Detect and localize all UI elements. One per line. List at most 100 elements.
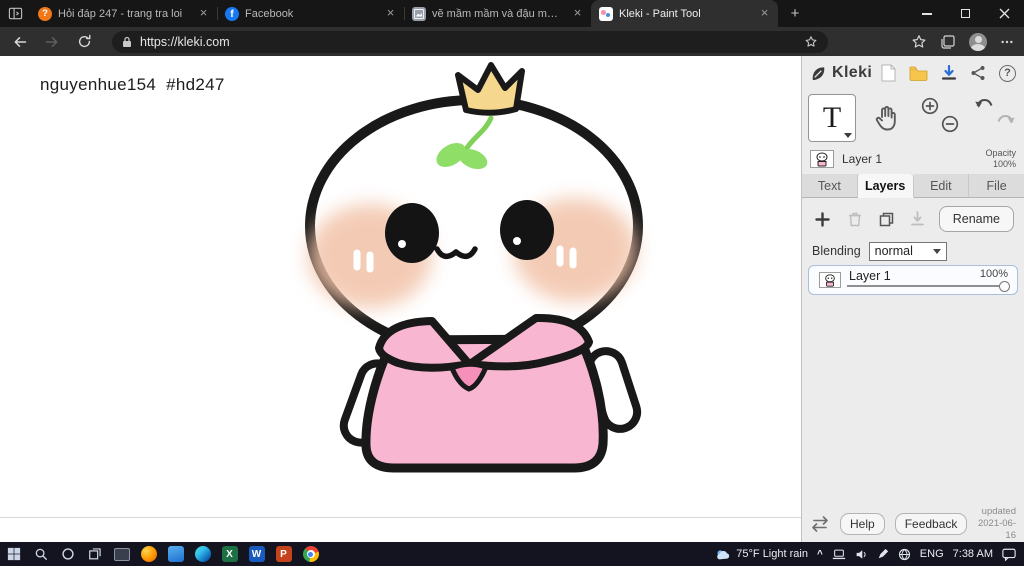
window-controls bbox=[907, 0, 1024, 27]
tab-edit[interactable]: Edit bbox=[913, 174, 970, 198]
kleki-top-bar: Kleki ? bbox=[810, 61, 1016, 85]
new-image-icon[interactable] bbox=[881, 64, 896, 82]
text-tool-caret-icon bbox=[844, 133, 852, 138]
start-button[interactable] bbox=[0, 542, 27, 566]
pen-tray-icon[interactable] bbox=[877, 548, 889, 560]
blending-row: Blending normal bbox=[812, 241, 947, 261]
layer-row-name: Layer 1 bbox=[849, 269, 891, 283]
layer-list-item-selected[interactable]: Layer 1 100% bbox=[808, 265, 1018, 295]
refresh-button[interactable] bbox=[74, 32, 94, 52]
excel-button[interactable]: X bbox=[216, 542, 243, 566]
zoom-out-button[interactable] bbox=[941, 115, 959, 133]
layer-row-thumbnail bbox=[819, 272, 841, 288]
clock[interactable]: 7:38 AM bbox=[953, 548, 993, 560]
tab-title: Kleki - Paint Tool bbox=[619, 7, 701, 20]
favorites-icon[interactable] bbox=[911, 34, 927, 50]
add-layer-button[interactable] bbox=[812, 208, 834, 230]
address-bar[interactable]: https://kleki.com bbox=[112, 30, 828, 53]
kleki-panel-tabs: Text Layers Edit File bbox=[802, 174, 1024, 198]
laptop-tray-icon[interactable] bbox=[832, 549, 846, 560]
hoidap247-favicon: ? bbox=[38, 6, 52, 21]
updated-label: updated bbox=[981, 506, 1016, 518]
toolbar-right-icons bbox=[911, 32, 1014, 51]
close-icon bbox=[999, 8, 1010, 19]
weather-text: 75°F Light rain bbox=[736, 548, 808, 560]
windows-taskbar: X W P 75°F Light rain ^ ENG 7:38 AM bbox=[0, 542, 1024, 566]
firefox-button[interactable] bbox=[135, 542, 162, 566]
undo-button[interactable] bbox=[974, 97, 994, 113]
tab-close-icon[interactable]: × bbox=[757, 6, 772, 21]
word-icon: W bbox=[248, 546, 265, 562]
network-tray-icon[interactable] bbox=[898, 548, 911, 561]
opacity-readout: Opacity 100% bbox=[985, 148, 1016, 170]
tab-close-icon[interactable]: × bbox=[196, 6, 211, 21]
opacity-label: Opacity bbox=[985, 148, 1016, 159]
opacity-slider-track[interactable] bbox=[847, 285, 1003, 287]
collections-icon[interactable] bbox=[940, 34, 956, 50]
task-view-button[interactable] bbox=[81, 542, 108, 566]
browser-tab-hoidap247[interactable]: ? Hỏi đáp 247 - trang tra loi × bbox=[30, 0, 217, 27]
zoom-in-button[interactable] bbox=[921, 97, 939, 115]
chrome-button[interactable] bbox=[297, 542, 324, 566]
new-tab-button[interactable]: + bbox=[782, 2, 808, 26]
forward-button[interactable] bbox=[42, 32, 62, 52]
maximize-button[interactable] bbox=[946, 0, 985, 27]
minimize-button[interactable] bbox=[907, 0, 946, 27]
blue-app-button[interactable] bbox=[162, 542, 189, 566]
photos-app-button[interactable] bbox=[108, 542, 135, 566]
language-indicator[interactable]: ENG bbox=[920, 548, 944, 560]
help-link[interactable]: Help bbox=[840, 513, 885, 535]
tab-text[interactable]: Text bbox=[802, 174, 858, 198]
share-icon[interactable] bbox=[970, 65, 986, 81]
tab-layers[interactable]: Layers bbox=[857, 174, 914, 198]
tab-close-icon[interactable]: × bbox=[570, 6, 585, 21]
screen: ? Hỏi đáp 247 - trang tra loi × f Facebo… bbox=[0, 0, 1024, 566]
text-tool-letter: T bbox=[822, 101, 842, 134]
taskbar-search-button[interactable] bbox=[27, 542, 54, 566]
download-icon[interactable] bbox=[941, 64, 957, 82]
duplicate-layer-button[interactable] bbox=[875, 208, 897, 230]
lock-icon bbox=[122, 36, 132, 48]
text-tool-button[interactable]: T bbox=[808, 94, 856, 142]
open-folder-icon[interactable] bbox=[909, 66, 928, 81]
kleki-footer: Help Feedback updated 2021-06-16 bbox=[810, 506, 1016, 541]
tab-file[interactable]: File bbox=[969, 174, 1024, 198]
opacity-slider-knob[interactable] bbox=[999, 281, 1010, 292]
cortana-button[interactable] bbox=[54, 542, 81, 566]
hidden-icons-chevron[interactable]: ^ bbox=[817, 549, 823, 560]
tab-actions-button[interactable] bbox=[0, 0, 30, 27]
tab-title: Facebook bbox=[245, 7, 294, 20]
close-button[interactable] bbox=[985, 0, 1024, 27]
blending-select[interactable]: normal bbox=[868, 241, 947, 261]
word-button[interactable]: W bbox=[243, 542, 270, 566]
paint-canvas[interactable]: nguyenhue154 #hd247 bbox=[0, 56, 801, 542]
tab-actions-icon bbox=[8, 6, 23, 21]
merge-layer-button[interactable] bbox=[907, 208, 929, 230]
volume-tray-icon[interactable] bbox=[855, 549, 868, 560]
browser-tab-drawing[interactable]: vẽ mầm mầm và đậu mầm =>nl × bbox=[404, 0, 591, 27]
current-layer-bar[interactable]: Layer 1 Opacity 100% bbox=[810, 148, 1016, 170]
profile-avatar[interactable] bbox=[969, 32, 987, 51]
opacity-value: 100% bbox=[992, 159, 1016, 169]
rename-button[interactable]: Rename bbox=[938, 206, 1014, 232]
swap-arrows-icon[interactable] bbox=[810, 516, 830, 532]
action-center-icon[interactable] bbox=[1002, 548, 1016, 561]
add-favorite-icon[interactable] bbox=[804, 35, 818, 49]
back-button[interactable] bbox=[10, 32, 30, 52]
edge-button[interactable] bbox=[189, 542, 216, 566]
redo-button[interactable] bbox=[996, 113, 1016, 129]
browser-tab-facebook[interactable]: f Facebook × bbox=[217, 0, 404, 27]
browser-tab-kleki-active[interactable]: Kleki - Paint Tool × bbox=[591, 0, 778, 27]
help-icon[interactable]: ? bbox=[999, 64, 1016, 82]
powerpoint-button[interactable]: P bbox=[270, 542, 297, 566]
feedback-link[interactable]: Feedback bbox=[894, 513, 968, 535]
kleki-brand-text: Kleki bbox=[832, 64, 873, 81]
maximize-icon bbox=[961, 9, 970, 18]
tab-close-icon[interactable]: × bbox=[383, 6, 398, 21]
delete-layer-button[interactable] bbox=[844, 208, 866, 230]
weather-widget[interactable]: 75°F Light rain bbox=[715, 548, 808, 561]
minimize-icon bbox=[921, 12, 932, 15]
settings-ellipsis-icon[interactable] bbox=[1000, 35, 1014, 49]
hand-tool-button[interactable] bbox=[871, 103, 901, 133]
weather-icon bbox=[715, 548, 731, 561]
